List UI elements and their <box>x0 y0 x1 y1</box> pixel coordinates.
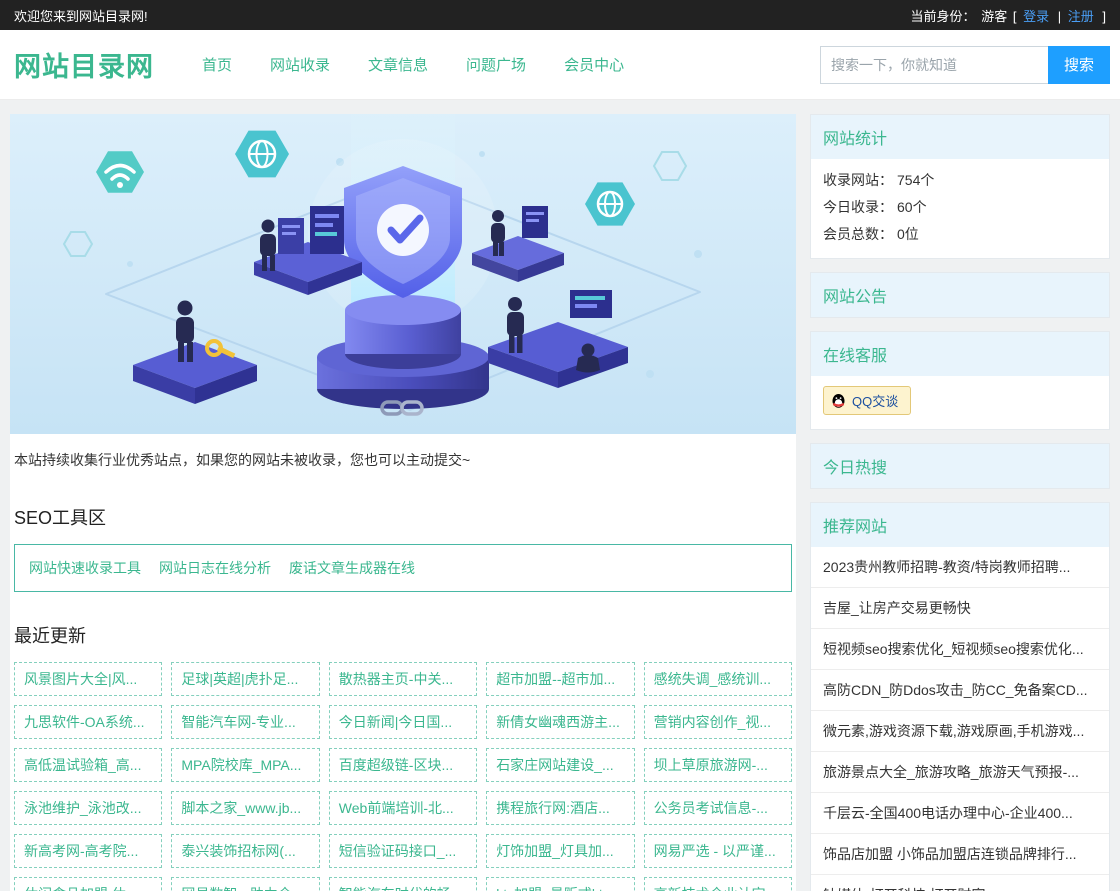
recent-updates-title: 最近更新 <box>14 622 792 648</box>
seo-tool-link[interactable]: 网站快速收录工具 <box>29 558 141 578</box>
recommend-site-link[interactable]: 吉屋_让房产交易更畅快 <box>811 588 1109 629</box>
recent-site-link[interactable]: 超市加盟--超市加... <box>486 662 634 696</box>
recommend-list: 2023贵州教师招聘-教资/特岗教师招聘...吉屋_让房产交易更畅快短视频seo… <box>811 547 1109 891</box>
seo-toolbox: 网站快速收录工具网站日志在线分析废话文章生成器在线 <box>14 544 792 592</box>
recommend-site-link[interactable]: 千层云-全国400电话办理中心-企业400... <box>811 793 1109 834</box>
recent-site-link[interactable]: 高新技术企业认定... <box>644 877 792 891</box>
recent-site-link[interactable]: 高低温试验箱_高... <box>14 748 162 782</box>
nav-link[interactable]: 会员中心 <box>564 54 624 75</box>
recent-site-link[interactable]: 休闲食品加盟 休... <box>14 877 162 891</box>
recommend-site-link[interactable]: 微元素,游戏资源下载,游戏原画,手机游戏... <box>811 711 1109 752</box>
recent-site-link[interactable]: 携程旅行网:酒店... <box>486 791 634 825</box>
recent-site-link[interactable]: 足球|英超|虎扑足... <box>171 662 319 696</box>
search-button[interactable]: 搜索 <box>1048 46 1110 84</box>
recent-site-link[interactable]: 短信验证码接口_... <box>329 834 477 868</box>
stats-panel-title: 网站统计 <box>811 115 1109 159</box>
stats-label: 收录网站： <box>823 167 893 194</box>
recent-site-link[interactable]: Web前端培训-北... <box>329 791 477 825</box>
banner-illustration <box>10 114 796 434</box>
recommend-site-link[interactable]: 短视频seo搜索优化_短视频seo搜索优化... <box>811 629 1109 670</box>
recent-site-link[interactable]: 脚本之家_www.jb... <box>171 791 319 825</box>
sidebar: 网站统计 收录网站： 754个 今日收录： 60个 <box>810 114 1110 891</box>
recent-site-link[interactable]: 网易严选 - 以严谨... <box>644 834 792 868</box>
hot-search-panel-title: 今日热搜 <box>811 444 1109 488</box>
stats-value: 0位 <box>897 221 919 248</box>
stats-row: 收录网站： 754个 <box>823 167 1097 194</box>
main-column: 本站持续收集行业优秀站点，如果您的网站未被收录，您也可以主动提交~ SEO工具区… <box>10 114 796 891</box>
service-panel: 在线客服 QQ交谈 <box>810 331 1110 430</box>
recent-site-link[interactable]: 灯饰加盟_灯具加... <box>486 834 634 868</box>
seo-tool-link[interactable]: 网站日志在线分析 <box>159 558 271 578</box>
recent-site-link[interactable]: 九思软件-OA系统... <box>14 705 162 739</box>
recent-site-link[interactable]: 坝上草原旅游网-... <box>644 748 792 782</box>
recommend-site-link[interactable]: 饰品店加盟 小饰品加盟店连锁品牌排行... <box>811 834 1109 875</box>
page: 欢迎您来到网站目录网! 当前身份： 游客 [ 登录 | 注册 ] 网站目录网 首… <box>0 0 1120 891</box>
guest-label: 游客 <box>981 9 1007 24</box>
seo-tools-title: SEO工具区 <box>14 504 792 530</box>
site-notice-text: 本站持续收集行业优秀站点，如果您的网站未被收录，您也可以主动提交~ <box>10 434 796 474</box>
notice-panel-title: 网站公告 <box>811 273 1109 317</box>
stats-body: 收录网站： 754个 今日收录： 60个 会员总数： 0位 <box>811 159 1109 258</box>
stats-row: 会员总数： 0位 <box>823 221 1097 248</box>
recent-site-link[interactable]: MPA院校库_MPA... <box>171 748 319 782</box>
person-upper-right <box>491 210 505 256</box>
nav-link[interactable]: 网站收录 <box>270 54 330 75</box>
recommend-site-link[interactable]: 高防CDN_防Ddos攻击_防CC_免备案CD... <box>811 670 1109 711</box>
pipe-divider: | <box>1058 9 1061 24</box>
recent-site-link[interactable]: 营销内容创作_视... <box>644 705 792 739</box>
qq-chat-button[interactable]: QQ交谈 <box>823 386 911 415</box>
recent-site-link[interactable]: 智能汽车时代的畅... <box>329 877 477 891</box>
stats-label: 今日收录： <box>823 194 893 221</box>
qq-chat-label: QQ交谈 <box>852 391 898 410</box>
notice-panel: 网站公告 <box>810 272 1110 318</box>
recent-site-link[interactable]: 散热器主页-中关... <box>329 662 477 696</box>
recommend-site-link[interactable]: 2023贵州教师招聘-教资/特岗教师招聘... <box>811 547 1109 588</box>
hot-search-panel: 今日热搜 <box>810 443 1110 489</box>
search-bar: 搜索 <box>820 46 1110 84</box>
identity-label: 当前身份： <box>911 9 976 24</box>
bracket-open: [ <box>1013 9 1017 24</box>
recent-site-link[interactable]: 智能汽车网-专业... <box>171 705 319 739</box>
site-header: 网站目录网 首页 网站收录 文章信息 问题广场 会员中心 搜索 <box>0 30 1120 100</box>
service-body: QQ交谈 <box>811 376 1109 429</box>
register-link[interactable]: 注册 <box>1068 9 1094 24</box>
recent-site-link[interactable]: 泳池维护_泳池改... <box>14 791 162 825</box>
recent-site-link[interactable]: 感统失调_感统训... <box>644 662 792 696</box>
recent-site-link[interactable]: 风景图片大全|风... <box>14 662 162 696</box>
bracket-close: ] <box>1102 9 1106 24</box>
stats-label: 会员总数： <box>823 221 893 248</box>
main-nav: 首页 网站收录 文章信息 问题广场 会员中心 <box>202 54 820 75</box>
recent-sites-grid: 风景图片大全|风... 足球|英超|虎扑足... 散热器主页-中关... 超市加盟--… <box>14 662 792 891</box>
stats-panel: 网站统计 收录网站： 754个 今日收录： 60个 <box>810 114 1110 259</box>
topbar: 欢迎您来到网站目录网! 当前身份： 游客 [ 登录 | 注册 ] <box>0 0 1120 30</box>
identity-area: 当前身份： 游客 [ 登录 | 注册 ] <box>909 6 1106 25</box>
recent-site-link[interactable]: ktv加盟_量贩式kt... <box>486 877 634 891</box>
recommend-panel: 推荐网站 2023贵州教师招聘-教资/特岗教师招聘...吉屋_让房产交易更畅快短… <box>810 502 1110 891</box>
recent-site-link[interactable]: 泰兴装饰招标网(... <box>171 834 319 868</box>
content-area: 本站持续收集行业优秀站点，如果您的网站未被收录，您也可以主动提交~ SEO工具区… <box>0 100 1120 891</box>
welcome-text: 欢迎您来到网站目录网! <box>14 6 148 25</box>
recent-site-link[interactable]: 今日新闻|今日国... <box>329 705 477 739</box>
recent-site-link[interactable]: 网易数智 - 助力企... <box>171 877 319 891</box>
nav-link[interactable]: 问题广场 <box>466 54 526 75</box>
seo-tool-link[interactable]: 废话文章生成器在线 <box>289 558 415 578</box>
recommend-site-link[interactable]: 旅游景点大全_旅游攻略_旅游天气预报-... <box>811 752 1109 793</box>
nav-link[interactable]: 首页 <box>202 54 232 75</box>
stats-value: 60个 <box>897 194 927 221</box>
recent-site-link[interactable]: 新高考网-高考院... <box>14 834 162 868</box>
recommend-panel-title: 推荐网站 <box>811 503 1109 547</box>
recent-site-link[interactable]: 公务员考试信息-... <box>644 791 792 825</box>
stats-row: 今日收录： 60个 <box>823 194 1097 221</box>
service-panel-title: 在线客服 <box>811 332 1109 376</box>
stats-value: 754个 <box>897 167 934 194</box>
recommend-site-link[interactable]: 钛媒体-打开科技 打开财富 <box>811 875 1109 891</box>
login-link[interactable]: 登录 <box>1023 9 1049 24</box>
site-logo[interactable]: 网站目录网 <box>14 45 154 84</box>
nav-link[interactable]: 文章信息 <box>368 54 428 75</box>
recent-site-link[interactable]: 百度超级链-区块... <box>329 748 477 782</box>
recent-site-link[interactable]: 新倩女幽魂西游主... <box>486 705 634 739</box>
search-input[interactable] <box>820 46 1048 84</box>
qq-penguin-icon <box>831 393 846 408</box>
recent-site-link[interactable]: 石家庄网站建设_... <box>486 748 634 782</box>
